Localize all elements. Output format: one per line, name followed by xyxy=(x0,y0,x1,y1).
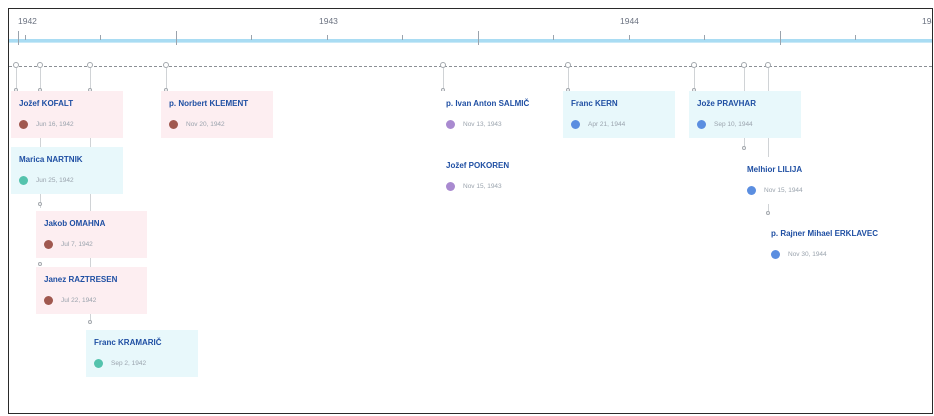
timeline-axis-underline xyxy=(9,42,932,43)
year-label-1945-partial: 194 xyxy=(922,16,932,26)
minor-tick xyxy=(855,35,856,40)
event-marker[interactable] xyxy=(440,62,446,68)
event-date: Apr 21, 1944 xyxy=(588,121,626,128)
connector-end xyxy=(766,211,770,215)
year-label-1942: 1942 xyxy=(18,16,37,26)
event-name: p. Ivan Anton SALMIČ xyxy=(446,99,530,108)
event-marker[interactable] xyxy=(163,62,169,68)
year-label-1943: 1943 xyxy=(319,16,338,26)
event-date: Sep 2, 1942 xyxy=(111,360,147,367)
event-card[interactable]: p. Norbert KLEMENT Nov 20, 1942 xyxy=(161,91,273,138)
event-color-dot xyxy=(44,296,53,305)
event-marker[interactable] xyxy=(741,62,747,68)
event-marker[interactable] xyxy=(13,62,19,68)
event-name: p. Norbert KLEMENT xyxy=(169,99,249,108)
event-name: p. Rajner Mihael ERKLAVEC xyxy=(771,229,878,238)
event-name: Jožef POKOREN xyxy=(446,161,510,170)
event-marker[interactable] xyxy=(765,62,771,68)
event-card[interactable]: Marica NARTNIK Jun 25, 1942 xyxy=(11,147,123,194)
event-date: Nov 30, 1944 xyxy=(788,251,827,258)
major-tick xyxy=(780,31,781,45)
minor-tick xyxy=(25,35,26,40)
event-date: Nov 15, 1944 xyxy=(764,187,803,194)
event-card[interactable]: Melhior LILIJA Nov 15, 1944 xyxy=(739,157,851,204)
event-name: Franc KRAMARIČ xyxy=(94,338,162,347)
connector-end xyxy=(38,262,42,266)
event-date: Jul 7, 1942 xyxy=(61,241,93,248)
event-marker[interactable] xyxy=(691,62,697,68)
event-date: Jul 22, 1942 xyxy=(61,297,97,304)
event-card[interactable]: p. Ivan Anton SALMIČ Nov 13, 1943 xyxy=(438,91,550,138)
event-date: Nov 20, 1942 xyxy=(186,121,225,128)
event-card[interactable]: Jožef POKOREN Nov 15, 1943 xyxy=(438,153,550,200)
event-date: Nov 13, 1943 xyxy=(463,121,502,128)
event-marker[interactable] xyxy=(87,62,93,68)
event-card[interactable]: Jožef KOFALT Jun 16, 1942 xyxy=(11,91,123,138)
connector-end xyxy=(742,146,746,150)
event-color-dot xyxy=(19,176,28,185)
minor-tick xyxy=(402,35,403,40)
event-color-dot xyxy=(697,120,706,129)
minor-tick xyxy=(629,35,630,40)
event-color-dot xyxy=(94,359,103,368)
event-card[interactable]: p. Rajner Mihael ERKLAVEC Nov 30, 1944 xyxy=(763,221,883,268)
connector-end xyxy=(38,202,42,206)
event-color-dot xyxy=(571,120,580,129)
connector-end xyxy=(88,320,92,324)
event-card[interactable]: Janez RAZTRESEN Jul 22, 1942 xyxy=(36,267,147,314)
event-color-dot xyxy=(446,182,455,191)
minor-tick xyxy=(704,35,705,40)
event-name: Jože PRAVHAR xyxy=(697,99,756,108)
event-name: Franc KERN xyxy=(571,99,618,108)
minor-tick xyxy=(251,35,252,40)
event-card[interactable]: Jože PRAVHAR Sep 10, 1944 xyxy=(689,91,801,138)
event-color-dot xyxy=(747,186,756,195)
year-label-1944: 1944 xyxy=(620,16,639,26)
event-date: Sep 10, 1944 xyxy=(714,121,753,128)
event-card[interactable]: Franc KRAMARIČ Sep 2, 1942 xyxy=(86,330,198,377)
event-card[interactable]: Jakob OMAHNA Jul 7, 1942 xyxy=(36,211,147,258)
timeline-frame: 1942 1943 1944 194 Jože xyxy=(8,8,933,414)
event-color-dot xyxy=(446,120,455,129)
event-name: Janez RAZTRESEN xyxy=(44,275,118,284)
event-date: Nov 15, 1943 xyxy=(463,183,502,190)
minor-tick xyxy=(327,35,328,40)
event-color-dot xyxy=(44,240,53,249)
event-marker[interactable] xyxy=(565,62,571,68)
major-tick xyxy=(478,31,479,45)
major-tick xyxy=(176,31,177,45)
event-name: Melhior LILIJA xyxy=(747,165,803,174)
event-marker[interactable] xyxy=(37,62,43,68)
event-color-dot xyxy=(169,120,178,129)
event-card[interactable]: Franc KERN Apr 21, 1944 xyxy=(563,91,675,138)
event-date: Jun 16, 1942 xyxy=(36,121,74,128)
minor-tick xyxy=(553,35,554,40)
event-name: Marica NARTNIK xyxy=(19,155,83,164)
event-color-dot xyxy=(771,250,780,259)
event-color-dot xyxy=(19,120,28,129)
event-name: Jakob OMAHNA xyxy=(44,219,106,228)
event-date: Jun 25, 1942 xyxy=(36,177,74,184)
major-tick xyxy=(18,31,19,45)
timeline-dashed-guide xyxy=(9,66,932,67)
minor-tick xyxy=(100,35,101,40)
event-name: Jožef KOFALT xyxy=(19,99,74,108)
